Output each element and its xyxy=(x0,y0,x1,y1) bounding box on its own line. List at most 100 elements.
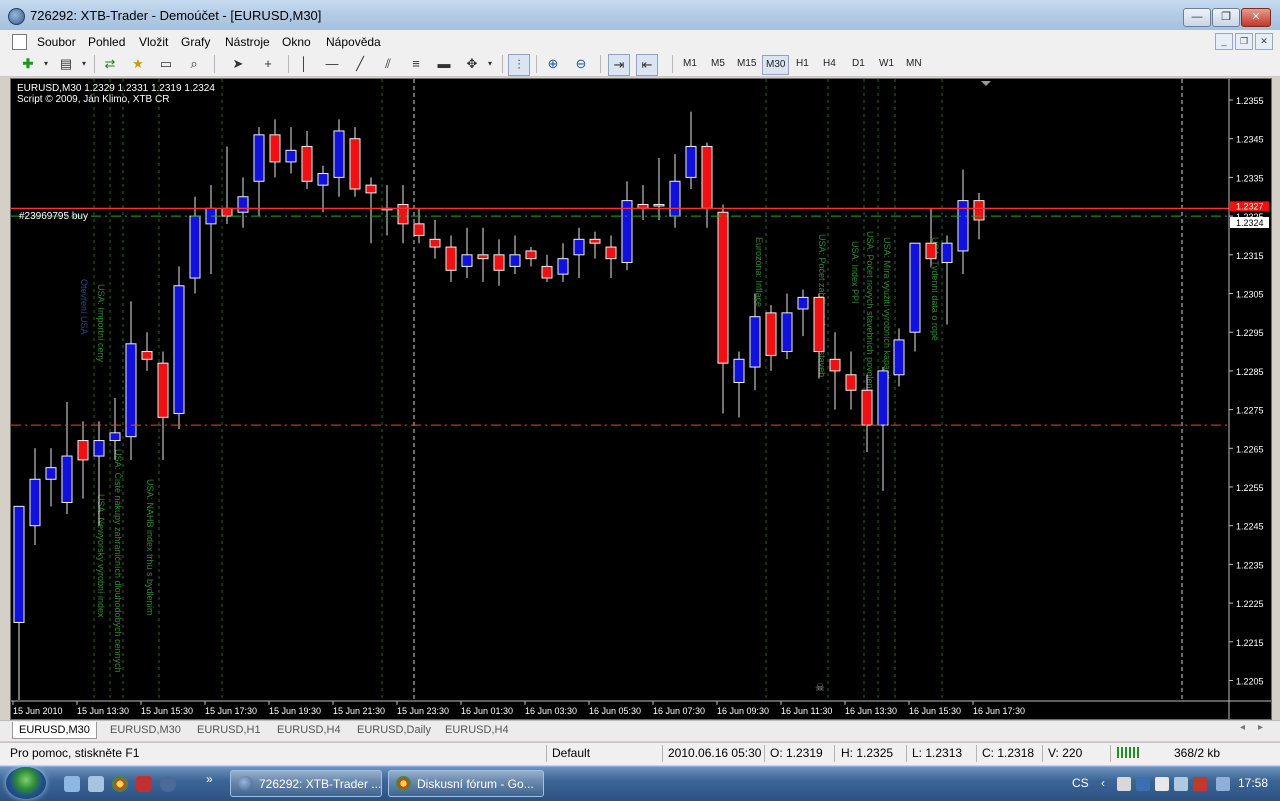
candle-bearish xyxy=(477,254,489,260)
candle-bullish xyxy=(285,149,297,163)
tab-scroll-right-icon[interactable]: ▸ xyxy=(1258,722,1263,733)
chart-tab[interactable]: EURUSD,H4 xyxy=(439,722,515,738)
candle-bearish xyxy=(269,134,281,163)
strategy-tester-icon[interactable]: ⌕ xyxy=(184,54,204,74)
toolbar-separator xyxy=(502,55,503,73)
candle-bullish xyxy=(653,203,665,207)
arrows-dropdown-icon[interactable]: ▾ xyxy=(480,54,500,74)
candle-bullish xyxy=(557,258,569,275)
text-label-icon[interactable]: ▬ xyxy=(434,54,454,74)
tab-scroll-left-icon[interactable]: ◂ xyxy=(1240,722,1245,733)
show-desktop-icon[interactable] xyxy=(64,776,80,792)
candle-bullish xyxy=(733,358,745,384)
timeframe-m1[interactable]: M1 xyxy=(680,55,700,73)
price-axis-label: 1.2255 xyxy=(1236,483,1264,493)
candle-bullish xyxy=(237,196,249,213)
language-indicator[interactable]: CS xyxy=(1072,776,1089,790)
mdi-restore-button[interactable]: ❐ xyxy=(1235,33,1253,50)
candle-bullish xyxy=(509,254,521,267)
vertical-line-icon[interactable]: │ xyxy=(294,54,314,74)
arrows-icon[interactable]: ✥ xyxy=(462,54,482,74)
candle-bearish xyxy=(349,138,361,190)
chart-header-script: Script © 2009, Ján Klimo, XTB CR xyxy=(17,94,169,105)
timeframe-w1[interactable]: W1 xyxy=(876,55,897,73)
chart-tab[interactable]: EURUSD,M30 xyxy=(12,722,97,739)
minimize-button[interactable]: — xyxy=(1183,8,1211,27)
menu-grafy[interactable]: Grafy xyxy=(181,33,210,51)
trendline-icon[interactable]: ╱ xyxy=(350,54,370,74)
chart-canvas[interactable]: Otevření USA USA: Importní ceny USA: Čisté… xyxy=(11,79,1271,719)
timeframe-d1[interactable]: D1 xyxy=(849,55,868,73)
menu-pohled[interactable]: Pohled xyxy=(88,33,125,51)
timeframe-h4[interactable]: H4 xyxy=(820,55,839,73)
cursor-icon[interactable]: ➤ xyxy=(228,54,248,74)
chart-shift-icon[interactable]: ⇤ xyxy=(636,54,658,76)
quicklaunch-more-icon[interactable]: » xyxy=(206,772,213,786)
switch-windows-icon[interactable] xyxy=(88,776,104,792)
menu-vlozit[interactable]: Vložit xyxy=(139,33,168,51)
chart-tab[interactable]: EURUSD,H1 xyxy=(191,722,267,738)
tray-expand-icon[interactable]: ‹ xyxy=(1101,776,1105,790)
menu-soubor[interactable]: Soubor xyxy=(37,33,76,51)
price-chart[interactable]: Otevření USA USA: Importní ceny USA: Čisté… xyxy=(10,78,1272,720)
mdi-close-button[interactable]: ✕ xyxy=(1255,33,1273,50)
candle-bearish xyxy=(221,207,233,217)
time-axis-label: 15 Jun 21:30 xyxy=(333,706,385,716)
zoom-in-icon[interactable]: ⊕ xyxy=(543,54,563,74)
tray-app-icon[interactable] xyxy=(1117,777,1131,791)
price-axis-label: 1.2275 xyxy=(1236,406,1264,416)
horizontal-line-icon[interactable]: — xyxy=(322,54,342,74)
zoom-out-icon[interactable]: ⊖ xyxy=(571,54,591,74)
task-chrome-forum[interactable]: Diskusní fórum - Go... xyxy=(388,770,544,797)
market-watch-icon[interactable]: ⇄ xyxy=(100,54,120,74)
document-icon[interactable] xyxy=(12,34,27,50)
menu-nastroje[interactable]: Nástroje xyxy=(225,33,270,51)
new-chart-dropdown-icon[interactable]: ▾ xyxy=(36,54,56,74)
time-axis-label: 16 Jun 17:30 xyxy=(973,706,1025,716)
app-quicklaunch-icon[interactable] xyxy=(136,776,152,792)
chart-tab[interactable]: EURUSD,Daily xyxy=(351,722,437,738)
mdi-minimize-button[interactable]: _ xyxy=(1215,33,1233,50)
tray-network-icon[interactable] xyxy=(1155,777,1169,791)
candle-bearish xyxy=(77,440,89,461)
profiles-icon[interactable]: ▤ xyxy=(56,54,76,74)
crosshair-icon[interactable]: + xyxy=(258,54,278,74)
window-title: 726292: XTB-Trader - Demoúčet - [EURUSD,… xyxy=(30,8,322,23)
toolbar-separator xyxy=(536,55,537,73)
equidistant-channel-icon[interactable]: ⫽ xyxy=(378,54,398,74)
tray-volume-icon[interactable] xyxy=(1174,777,1188,791)
fibonacci-icon[interactable]: ≡ xyxy=(406,54,426,74)
chart-tab[interactable]: EURUSD,H4 xyxy=(271,722,347,738)
maximize-button[interactable]: ❐ xyxy=(1212,8,1240,27)
toolbar-separator xyxy=(214,55,215,73)
order-label[interactable]: #23969795 buy xyxy=(19,211,88,222)
candle-bullish xyxy=(941,242,953,264)
terminal-icon[interactable]: ▭ xyxy=(156,54,176,74)
close-button[interactable]: ✕ xyxy=(1241,8,1271,27)
timeframe-mn[interactable]: MN xyxy=(903,55,925,73)
profiles-dropdown-icon[interactable]: ▾ xyxy=(74,54,94,74)
start-button[interactable] xyxy=(6,767,46,799)
status-traffic: 368/2 kb xyxy=(1174,746,1221,760)
status-separator xyxy=(906,745,907,762)
xtb-quicklaunch-icon[interactable] xyxy=(160,776,176,792)
menu-napoveda[interactable]: Nápověda xyxy=(326,33,381,51)
tray-sync-icon[interactable] xyxy=(1216,777,1230,791)
timeframe-m15[interactable]: M15 xyxy=(734,55,759,73)
timeframe-m30[interactable]: M30 xyxy=(762,55,790,75)
bar-chart-icon[interactable]: ⫶ xyxy=(508,54,530,76)
tray-security-icon[interactable] xyxy=(1193,777,1207,791)
price-axis-label: 1.2235 xyxy=(1236,560,1264,570)
chart-tab[interactable]: EURUSD,M30 xyxy=(104,722,187,738)
timeframe-m5[interactable]: M5 xyxy=(708,55,728,73)
new-chart-icon[interactable]: ✚ xyxy=(18,54,38,74)
menu-okno[interactable]: Okno xyxy=(282,33,311,51)
timeframe-h1[interactable]: H1 xyxy=(793,55,812,73)
price-axis-label: 1.2215 xyxy=(1236,638,1264,648)
chrome-quicklaunch-icon[interactable] xyxy=(112,776,128,792)
candle-bearish xyxy=(429,238,441,248)
autoscroll-icon[interactable]: ⇥ xyxy=(608,54,630,76)
toolbar-separator xyxy=(94,55,95,73)
tray-av-icon[interactable] xyxy=(1136,777,1150,791)
navigator-icon[interactable]: ★ xyxy=(128,54,148,74)
